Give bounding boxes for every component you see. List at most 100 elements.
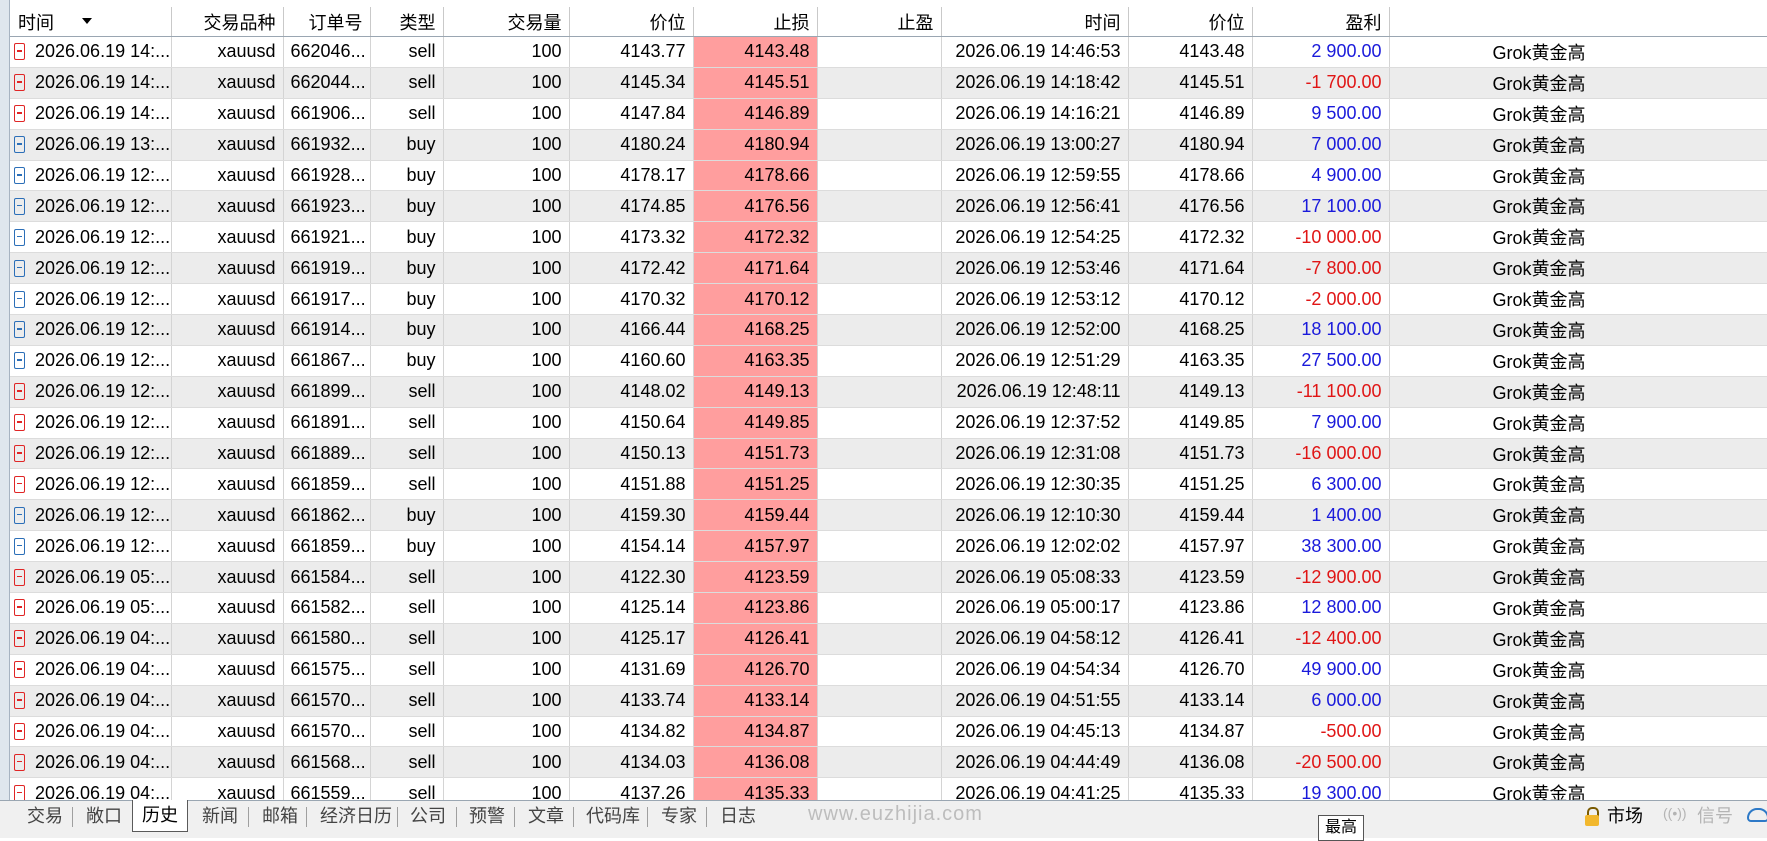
table-row[interactable]: 2026.06.19 12:... xauusd 661899... sell 100 4… xyxy=(10,376,1767,408)
tab-trade[interactable]: 交易 xyxy=(27,801,63,833)
cell-open-price: 4134.03 xyxy=(569,746,694,779)
cell-order: 661559... xyxy=(283,777,371,800)
cell-close-time: 2026.06.19 14:16:21 xyxy=(941,98,1129,130)
table-row[interactable]: 2026.06.19 04:... xauusd 661580... sell 100 4… xyxy=(10,623,1767,655)
cell-symbol: xauusd xyxy=(171,283,284,316)
table-row[interactable]: 2026.06.19 12:... xauusd 661889... sell 100 4… xyxy=(10,438,1767,470)
col-header-close-time[interactable]: 时间 xyxy=(941,7,1129,37)
table-row[interactable]: 2026.06.19 04:... xauusd 661570... sell 100 4… xyxy=(10,685,1767,717)
lock-icon[interactable] xyxy=(1585,807,1599,826)
cell-close-price: 4126.41 xyxy=(1128,623,1253,655)
tab-mailbox[interactable]: 邮箱 xyxy=(262,801,298,833)
cell-open-time: 2026.06.19 12:... xyxy=(10,376,172,408)
col-header-take-profit[interactable]: 止盈 xyxy=(817,7,942,37)
col-header-volume[interactable]: 交易量 xyxy=(443,7,570,37)
cell-order: 661859... xyxy=(283,530,371,563)
sort-desc-icon[interactable] xyxy=(82,18,92,24)
cell-comment: Grok黄金高 xyxy=(1389,777,1767,800)
table-row[interactable]: 2026.06.19 12:... xauusd 661921... buy 100 41… xyxy=(10,221,1767,254)
cell-order: 661914... xyxy=(283,314,371,346)
cell-close-time: 2026.06.19 12:30:35 xyxy=(941,468,1129,501)
left-panel-edge[interactable] xyxy=(0,0,10,800)
col-header-stop-loss[interactable]: 止损 xyxy=(693,7,818,37)
cell-close-price: 4133.14 xyxy=(1128,685,1253,717)
cell-close-price: 4151.73 xyxy=(1128,438,1253,470)
tab-alerts[interactable]: 预警 xyxy=(469,801,505,833)
col-header-close-price[interactable]: 价位 xyxy=(1128,7,1253,37)
cell-take-profit xyxy=(817,221,942,254)
cell-close-time: 2026.06.19 12:59:55 xyxy=(941,160,1129,192)
buy-order-icon xyxy=(14,506,25,524)
cell-order: 661928... xyxy=(283,160,371,192)
table-row[interactable]: 2026.06.19 12:... xauusd 661891... sell 100 4… xyxy=(10,407,1767,439)
table-row[interactable]: 2026.06.19 04:... xauusd 661570... sell 100 4… xyxy=(10,716,1767,748)
col-header-profit[interactable]: 盈利 xyxy=(1252,7,1390,37)
tab-divider xyxy=(397,807,398,827)
cell-type: sell xyxy=(370,36,444,68)
table-row[interactable]: 2026.06.19 04:... xauusd 661575... sell 100 4… xyxy=(10,654,1767,686)
cell-profit: 4 900.00 xyxy=(1252,160,1390,192)
market-status[interactable]: 市场 xyxy=(1607,801,1643,831)
cell-stop-loss: 4180.94 xyxy=(693,129,818,161)
cell-take-profit xyxy=(817,654,942,686)
table-row[interactable]: 2026.06.19 14:... xauusd 662046... sell 100 4… xyxy=(10,36,1767,68)
sell-order-icon xyxy=(14,784,25,800)
cloud-icon[interactable] xyxy=(1747,808,1767,822)
table-row[interactable]: 2026.06.19 12:... xauusd 661859... sell 100 4… xyxy=(10,468,1767,501)
table-row[interactable]: 2026.06.19 14:... xauusd 661906... sell 100 4… xyxy=(10,98,1767,130)
cell-close-price: 4134.87 xyxy=(1128,716,1253,748)
table-row[interactable]: 2026.06.19 05:... xauusd 661584... sell 100 4… xyxy=(10,561,1767,594)
col-header-open-time[interactable]: 时间 xyxy=(10,7,172,37)
table-row[interactable]: 2026.06.19 12:... xauusd 661928... buy 100 41… xyxy=(10,160,1767,192)
tab-economic-calendar[interactable]: 经济日历 xyxy=(320,801,392,833)
table-row[interactable]: 2026.06.19 04:... xauusd 661559... sell 100 4… xyxy=(10,777,1767,800)
tab-company[interactable]: 公司 xyxy=(410,801,446,833)
table-row[interactable]: 2026.06.19 12:... xauusd 661914... buy 100 41… xyxy=(10,314,1767,346)
col-header-order[interactable]: 订单号 xyxy=(283,7,371,37)
tab-journal[interactable]: 日志 xyxy=(720,801,756,833)
table-row[interactable]: 2026.06.19 12:... xauusd 661917... buy 100 41… xyxy=(10,283,1767,316)
buy-order-icon xyxy=(14,321,25,339)
cell-take-profit xyxy=(817,468,942,501)
tab-articles[interactable]: 文章 xyxy=(528,801,564,833)
cell-open-time: 2026.06.19 04:... xyxy=(10,777,172,800)
table-row[interactable]: 2026.06.19 13:... xauusd 661932... buy 100 41… xyxy=(10,129,1767,161)
cell-open-price: 4125.17 xyxy=(569,623,694,655)
table-row[interactable]: 2026.06.19 05:... xauusd 661582... sell 100 4… xyxy=(10,592,1767,624)
cell-stop-loss: 4151.73 xyxy=(693,438,818,470)
tab-news[interactable]: 新闻 xyxy=(202,801,238,833)
cell-stop-loss: 4149.13 xyxy=(693,376,818,408)
table-row[interactable]: 2026.06.19 12:... xauusd 661919... buy 100 41… xyxy=(10,252,1767,285)
table-row[interactable]: 2026.06.19 12:... xauusd 661859... buy 100 41… xyxy=(10,530,1767,563)
cell-symbol: xauusd xyxy=(171,499,284,532)
col-header-open-price[interactable]: 价位 xyxy=(569,7,694,37)
tab-experts[interactable]: 专家 xyxy=(661,801,697,833)
cell-take-profit xyxy=(817,746,942,779)
signal-icon[interactable]: ((•)) xyxy=(1663,805,1687,821)
signal-status[interactable]: 信号 xyxy=(1697,801,1733,831)
cell-symbol: xauusd xyxy=(171,561,284,594)
table-row[interactable]: 2026.06.19 12:... xauusd 661862... buy 100 41… xyxy=(10,499,1767,532)
tab-code-base[interactable]: 代码库 xyxy=(586,801,640,833)
tab-exposure[interactable]: 敞口 xyxy=(86,801,122,833)
buy-order-icon xyxy=(14,259,25,277)
table-row[interactable]: 2026.06.19 12:... xauusd 661867... buy 100 41… xyxy=(10,345,1767,377)
cell-open-time: 2026.06.19 12:... xyxy=(10,190,172,223)
cell-close-time: 2026.06.19 12:52:00 xyxy=(941,314,1129,346)
table-row[interactable]: 2026.06.19 04:... xauusd 661568... sell 100 4… xyxy=(10,746,1767,779)
table-body: 2026.06.19 14:... xauusd 662046... sell 100 4… xyxy=(10,36,1767,800)
table-row[interactable]: 2026.06.19 12:... xauusd 661923... buy 100 41… xyxy=(10,190,1767,223)
cell-comment: Grok黄金高 xyxy=(1389,746,1767,779)
cell-stop-loss: 4123.86 xyxy=(693,592,818,624)
cell-type: sell xyxy=(370,98,444,130)
watermark: www.euzhijia.com xyxy=(808,803,983,825)
tab-history[interactable]: 历史 xyxy=(132,800,188,832)
col-header-comment[interactable] xyxy=(1389,7,1767,37)
col-header-type[interactable]: 类型 xyxy=(370,7,444,37)
table-row[interactable]: 2026.06.19 14:... xauusd 662044... sell 100 4… xyxy=(10,67,1767,99)
sell-order-icon xyxy=(14,383,25,401)
cell-type: sell xyxy=(370,561,444,594)
cell-close-time: 2026.06.19 04:44:49 xyxy=(941,746,1129,779)
cell-close-price: 4149.13 xyxy=(1128,376,1253,408)
col-header-symbol[interactable]: 交易品种 xyxy=(171,7,284,37)
